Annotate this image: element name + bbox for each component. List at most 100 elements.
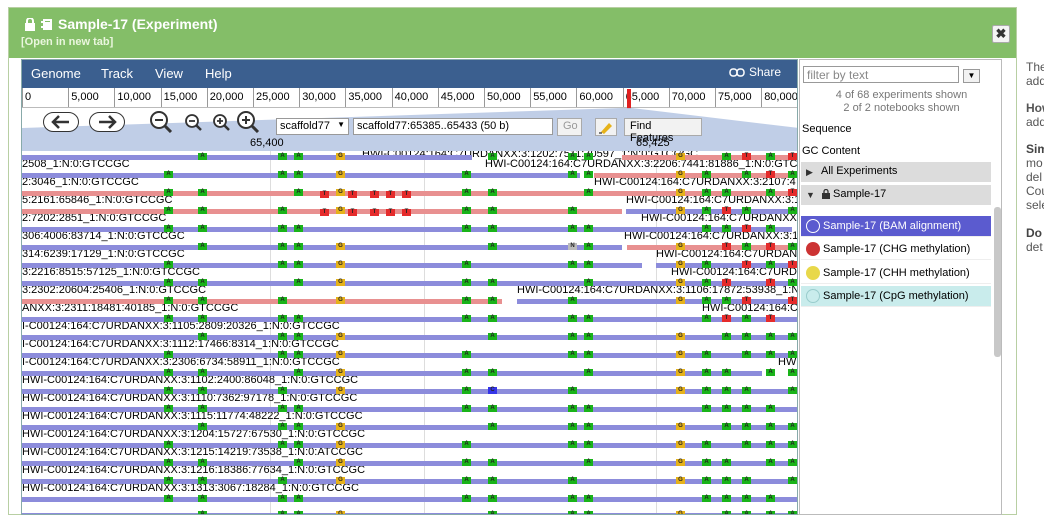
base-mismatch: A — [584, 171, 593, 178]
scale-label-2: 65,425 — [636, 137, 670, 149]
read-label[interactable]: HWI-C00124:164:C7URDANXX — [641, 213, 797, 224]
overview-ruler[interactable]: 0 5,000 10,000 15,000 20,000 25,000 30,000 35,0… — [22, 88, 798, 108]
track-chg-methylation[interactable]: Sample-17 (CHG methylation) — [801, 239, 991, 260]
read-label[interactable]: HWI-C00124:164:C7URDANXX:3:2206:7441:818… — [485, 159, 797, 170]
base-mismatch: A — [742, 351, 751, 358]
track-cpg-methylation[interactable]: Sample-17 (CpG methylation) — [801, 286, 991, 307]
read-bar[interactable] — [22, 371, 762, 376]
base-mismatch: A — [722, 405, 731, 412]
all-experiments-category[interactable]: ▶ All Experiments — [801, 162, 991, 182]
read-label[interactable]: 2:3046_1:N:0:GTCCGC — [22, 177, 139, 188]
read-label[interactable]: 5:2161:65846_1:N:0:GTCCGC — [22, 195, 172, 206]
base-mismatch: G — [336, 459, 345, 466]
read-bar[interactable] — [22, 155, 472, 160]
close-button[interactable]: ✖ — [992, 25, 1010, 43]
base-mismatch: G — [676, 369, 685, 376]
read-label[interactable]: HWI-C00124:164:C7URD — [671, 267, 797, 278]
base-mismatch: A — [788, 171, 797, 178]
base-mismatch: A — [722, 459, 731, 466]
track-label: Sample-17 (CpG methylation) — [823, 290, 969, 302]
read-label[interactable]: HWI-C00124:164:C7URDANXX:3:1103: — [626, 195, 797, 206]
read-label[interactable]: HWI-C00124:164:C — [702, 303, 797, 314]
read-label[interactable]: HWI-C00124:164:C7URDANXX:3:1313:3067:182… — [22, 483, 359, 494]
read-label[interactable]: 314:6239:17129_1:N:0:GTCCGC — [22, 249, 185, 260]
read-label[interactable]: I-C00124:164:C7URDANXX:3:2306:6734:58911… — [22, 357, 340, 368]
ruler-tick-label: 80,000 — [764, 91, 798, 103]
menu-track[interactable]: Track — [101, 66, 133, 81]
read-bar[interactable] — [22, 245, 622, 250]
track-bam-alignment[interactable]: Sample-17 (BAM alignment) — [801, 216, 991, 237]
read-bar[interactable] — [22, 299, 502, 304]
sample-17-category[interactable]: ▼ Sample-17 — [801, 185, 991, 205]
location-input[interactable]: scaffold77:65385..65433 (50 b) — [353, 118, 553, 135]
read-label[interactable]: HWI-C00124:164:C7URDANXX:3:1110:7362:971… — [22, 393, 357, 404]
pan-right-icon[interactable] — [89, 112, 125, 132]
base-mismatch: A — [584, 225, 593, 232]
base-mismatch: A — [568, 153, 577, 160]
read-label[interactable]: 2:7202:2851_1:N:0:GTCCGC — [22, 213, 166, 224]
sequence-select-value: scaffold77 — [280, 120, 330, 132]
open-in-new-tab-link[interactable]: [Open in new tab] — [21, 36, 113, 48]
read-label[interactable]: HWI-C00124:164:C7URDANXX:3:1215:14219:73… — [22, 447, 363, 458]
highlight-icon[interactable] — [595, 118, 617, 136]
read-label[interactable]: HWI-C00124:164:C7URDAN — [656, 249, 797, 260]
track-label: Sample-17 (CHH methylation) — [823, 267, 970, 279]
base-mismatch: A — [568, 441, 577, 448]
read-label[interactable]: HWI-C00124:164:C7URDANXX:3:1204:15727:67… — [22, 429, 365, 440]
read-bar[interactable] — [22, 317, 797, 322]
base-mismatch: A — [462, 207, 471, 214]
read-label[interactable]: HWI-C00124:164:C7URDANXX:3:1216:18386:77… — [22, 465, 365, 476]
filter-input[interactable]: filter by text — [803, 66, 959, 83]
share-button[interactable]: Share — [729, 65, 781, 79]
read-label[interactable]: 306:4006:83714_1:N:0:GTCCGC — [22, 231, 185, 242]
read-label[interactable]: I-C00124:164:C7URDANXX:3:1112:17466:8314… — [22, 339, 339, 350]
zoom-in-big-icon[interactable] — [236, 111, 262, 133]
base-mismatch: A — [278, 225, 287, 232]
read-label[interactable]: ANXX:3:2311:18481:40185_1:N:0:GTCCGC — [22, 303, 238, 314]
read-label[interactable]: HWI-C00124:164:C7URDANXX:3:1106:17872:53… — [517, 285, 797, 296]
gc-content-track-item[interactable]: GC Content — [802, 145, 860, 157]
pan-left-icon[interactable] — [43, 112, 79, 132]
read-label[interactable]: 3:2302:20604:25406_1:N:0:GTCCGC — [22, 285, 206, 296]
base-mismatch: A — [788, 459, 797, 466]
menu-genome[interactable]: Genome — [31, 66, 81, 81]
menu-help[interactable]: Help — [205, 66, 232, 81]
read-bar[interactable] — [22, 263, 642, 268]
find-features-button[interactable]: Find Features — [624, 118, 702, 144]
read-bar[interactable] — [517, 299, 797, 304]
read-label[interactable]: 3:2216:8515:57125_1:N:0:GTCCGC — [22, 267, 200, 278]
base-mismatch: G — [336, 423, 345, 430]
read-label[interactable]: HWI-C00124:164:C7URDANXX:3:1102:2400:860… — [22, 375, 358, 386]
ruler-tick-label: 50,000 — [487, 91, 521, 103]
track-chh-methylation[interactable]: Sample-17 (CHH methylation) — [801, 263, 991, 284]
overview-location-marker[interactable] — [627, 89, 631, 109]
sequence-select[interactable]: scaffold77 ▼ — [276, 118, 349, 135]
base-mismatch: A — [788, 207, 797, 214]
base-mismatch: A — [462, 315, 471, 322]
base-mismatch: A — [788, 387, 797, 394]
page: Sample-17 (Experiment) [Open in new tab]… — [0, 0, 1044, 515]
base-mismatch: A — [766, 189, 775, 196]
read-bar[interactable] — [626, 209, 797, 214]
zoom-out-big-icon[interactable] — [149, 111, 175, 133]
read-label[interactable]: HWI-C00124:164:C7URDANXX:3:1115:11774:48… — [22, 411, 363, 422]
alignment-track[interactable]: HWI-C00124:164:C7URDANXX:3:1202:7511:705… — [22, 151, 797, 514]
read-bar[interactable] — [22, 227, 792, 232]
read-label[interactable]: HWI-C00124:164:C7URDANXX:3:2107:4 — [594, 177, 796, 188]
zoom-in-icon[interactable] — [212, 114, 232, 132]
zoom-out-icon[interactable] — [184, 114, 204, 132]
read-label[interactable]: I-C00124:164:C7URDANXX:3:1105:2809:20326… — [22, 321, 340, 332]
read-label[interactable]: HW — [778, 357, 796, 368]
sequence-track-item[interactable]: Sequence — [802, 123, 852, 135]
ruler-tick-line — [206, 88, 208, 107]
filter-dropdown-icon[interactable]: ▼ — [963, 69, 980, 83]
menu-view[interactable]: View — [155, 66, 183, 81]
read-label[interactable]: HWI-C00124:164:C7URDANXX:3:1 — [624, 231, 797, 242]
base-mismatch: G — [676, 351, 685, 358]
read-bar[interactable] — [22, 497, 797, 502]
track-selector-scrollbar[interactable] — [994, 207, 1001, 357]
read-label[interactable]: 2508_1:N:0:GTCCGC — [22, 159, 130, 170]
read-bar[interactable] — [22, 407, 797, 412]
go-button[interactable]: Go — [557, 118, 582, 136]
ruler-tick-line — [114, 88, 116, 107]
